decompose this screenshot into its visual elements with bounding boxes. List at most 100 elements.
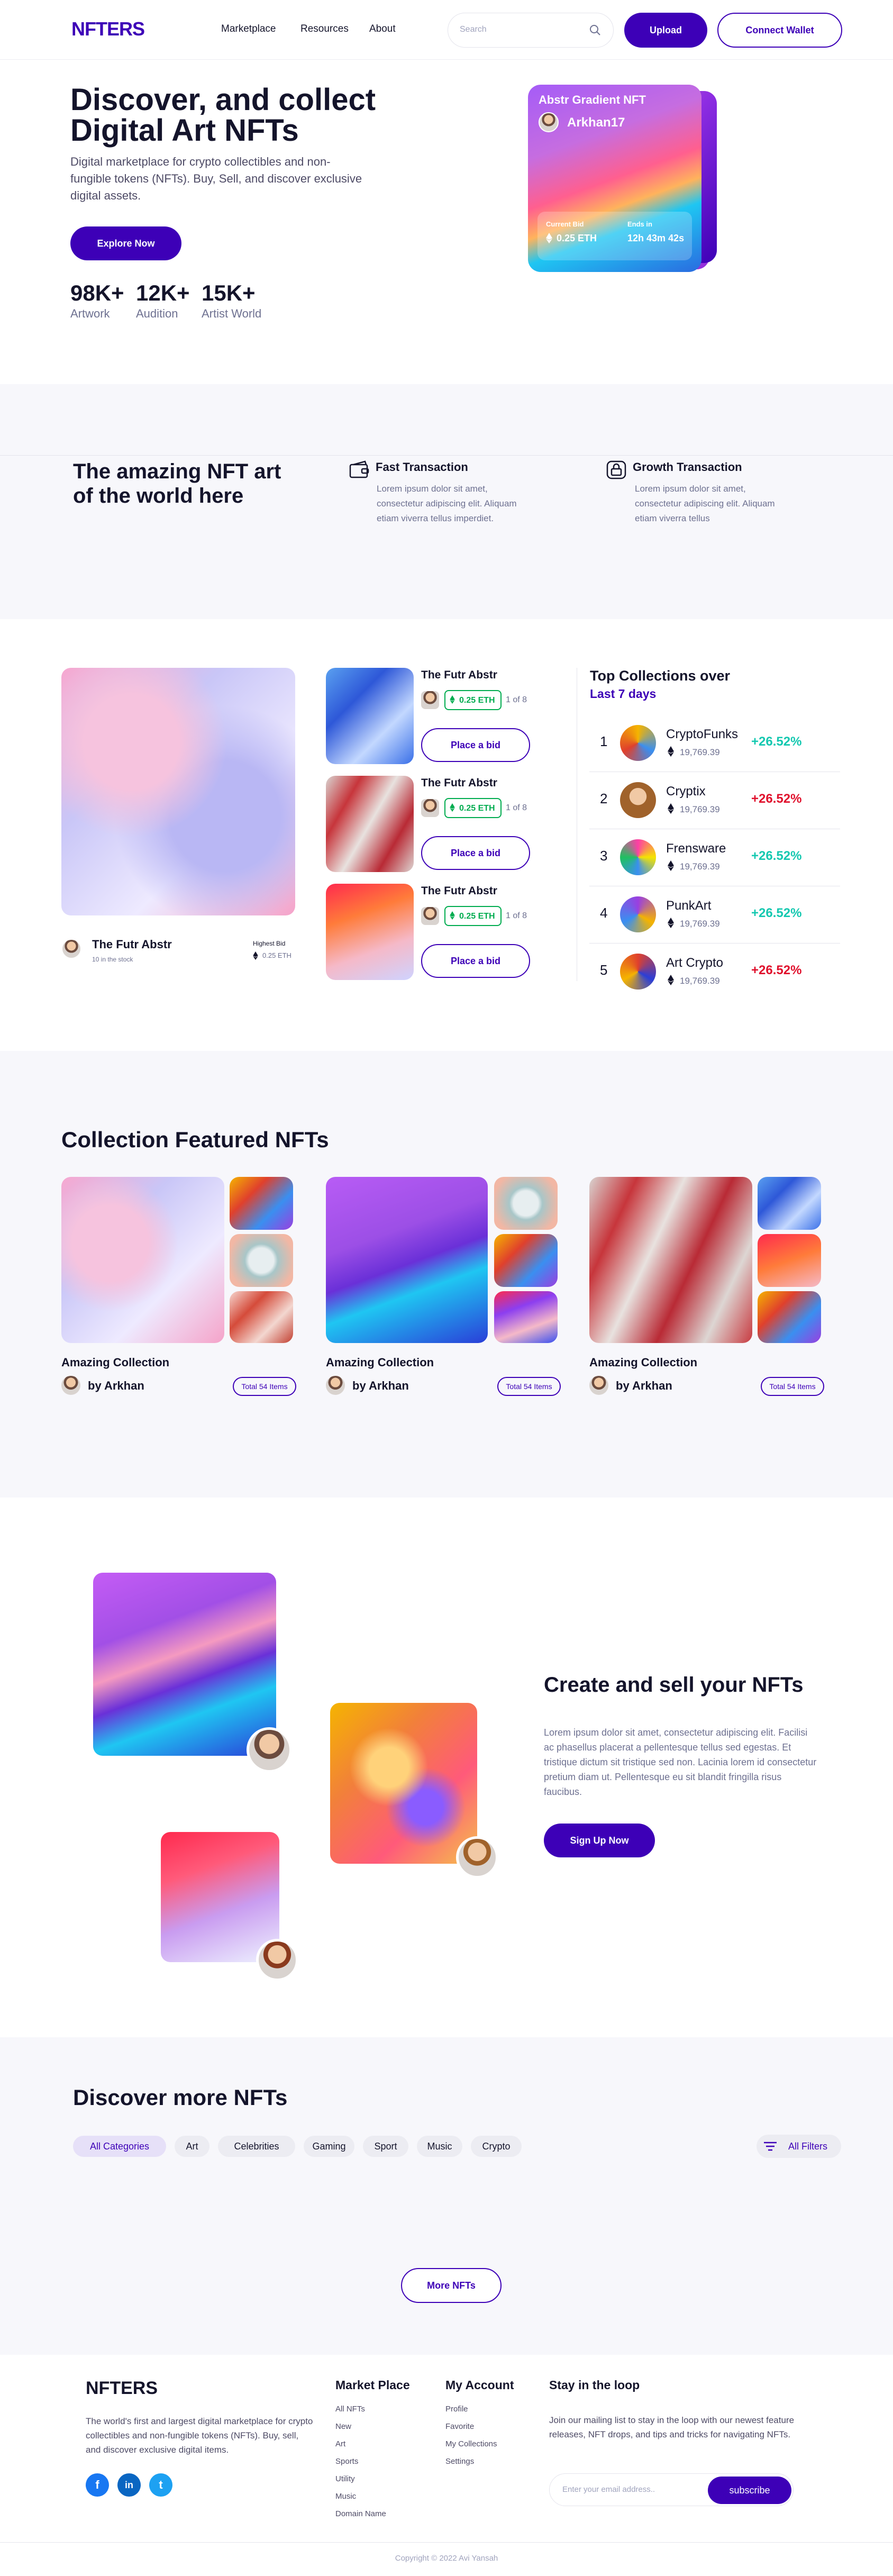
collection-change: +26.52% [751, 734, 802, 749]
collection-change: +26.52% [751, 963, 802, 977]
explore-now-button[interactable]: Explore Now [70, 226, 181, 260]
category-chip[interactable]: Celebrities [218, 2136, 295, 2157]
row-divider [589, 943, 840, 944]
facebook-icon[interactable]: f [86, 2473, 109, 2497]
more-nfts-button[interactable]: More NFTs [401, 2268, 502, 2303]
upload-button[interactable]: Upload [624, 13, 707, 48]
nav-link-about[interactable]: About [369, 23, 396, 35]
twitter-icon[interactable]: t [149, 2473, 172, 2497]
collection-main-image[interactable] [326, 1177, 488, 1343]
place-bid-button[interactable]: Place a bid [421, 944, 530, 978]
footer-market-link[interactable]: All NFTs [335, 2405, 365, 2414]
collection-total-badge[interactable]: Total 54 Items [761, 1377, 824, 1396]
collection-main-image[interactable] [61, 1177, 224, 1343]
collection-total-badge[interactable]: Total 54 Items [233, 1377, 296, 1396]
auction-item-image[interactable] [326, 668, 414, 764]
collection-thumb[interactable] [758, 1177, 821, 1230]
eth-icon [450, 695, 455, 704]
eth-icon [668, 803, 674, 814]
discover-title: Discover more NFTs [73, 2085, 288, 2110]
hero-card-avatar [539, 112, 559, 132]
footer-market-link[interactable]: Domain Name [335, 2509, 386, 2518]
collection-avatar [326, 1376, 345, 1395]
collection-author: by Arkhan [88, 1379, 144, 1392]
featured-nft-image[interactable] [61, 668, 295, 915]
stat-artwork-value: 98K+ [70, 280, 124, 305]
auction-item-avatar [421, 691, 439, 709]
ends-in-value: 12h 43m 42s [627, 233, 685, 243]
footer-market-link[interactable]: Sports [335, 2457, 358, 2466]
featured-stock: 10 in the stock [92, 956, 133, 963]
hero-nft-card[interactable]: Abstr Gradient NFT Arkhan17 Current Bid … [528, 85, 701, 272]
footer-market-link[interactable]: Music [335, 2492, 356, 2501]
collection-title: Amazing Collection [589, 1356, 698, 1369]
collection-name[interactable]: Art Crypto [666, 956, 723, 970]
auction-item-name: The Futr Abstr [421, 777, 497, 789]
search-icon[interactable] [589, 24, 602, 37]
collection-thumb[interactable] [758, 1291, 821, 1343]
collection-avatar[interactable] [620, 782, 656, 818]
collection-total-badge[interactable]: Total 54 Items [497, 1377, 561, 1396]
all-filters-button[interactable]: All Filters [757, 2135, 841, 2158]
footer-account-link[interactable]: Favorite [445, 2422, 474, 2431]
footer-market-link[interactable]: Utility [335, 2474, 355, 2483]
sign-up-button[interactable]: Sign Up Now [544, 1824, 655, 1857]
search-input[interactable]: Search [448, 13, 614, 48]
place-bid-button[interactable]: Place a bid [421, 728, 530, 762]
auction-item-image[interactable] [326, 776, 414, 872]
footer-account-link[interactable]: Settings [445, 2457, 474, 2466]
eth-icon [668, 746, 674, 757]
top-nav: NFTERS Marketplace Resources About Searc… [0, 0, 893, 60]
linkedin-icon[interactable]: in [117, 2473, 141, 2497]
place-bid-button[interactable]: Place a bid [421, 836, 530, 870]
category-chip[interactable]: All Categories [73, 2136, 166, 2157]
collection-thumb[interactable] [494, 1177, 558, 1230]
category-chip[interactable]: Crypto [471, 2136, 522, 2157]
collection-avatar[interactable] [620, 954, 656, 990]
category-chip[interactable]: Music [417, 2136, 462, 2157]
nav-link-marketplace[interactable]: Marketplace [221, 23, 276, 35]
creator-avatar-2 [456, 1836, 498, 1879]
nav-link-resources[interactable]: Resources [300, 23, 349, 35]
collection-name[interactable]: Frensware [666, 841, 726, 856]
collection-thumb[interactable] [230, 1291, 293, 1343]
creator-avatar-1 [247, 1727, 292, 1773]
features-divider [0, 455, 893, 456]
collection-thumb[interactable] [230, 1177, 293, 1230]
collection-rank: 3 [600, 848, 608, 864]
collection-title: Amazing Collection [326, 1356, 434, 1369]
footer-market-link[interactable]: Art [335, 2439, 345, 2448]
eth-icon [668, 975, 674, 985]
collection-avatar[interactable] [620, 896, 656, 932]
collection-avatar[interactable] [620, 839, 656, 875]
collection-name[interactable]: Cryptix [666, 784, 706, 799]
category-chip[interactable]: Sport [363, 2136, 408, 2157]
footer-account-link[interactable]: My Collections [445, 2439, 497, 2448]
category-chip[interactable]: Art [175, 2136, 209, 2157]
collection-avatar[interactable] [620, 725, 656, 761]
collection-thumb[interactable] [758, 1234, 821, 1287]
footer-logo[interactable]: NFTERS [86, 2378, 158, 2399]
collection-name[interactable]: CryptoFunks [666, 727, 738, 742]
logo[interactable]: NFTERS [71, 18, 145, 40]
hero-title: Discover, and collect Digital Art NFTs [70, 83, 376, 148]
footer-account-link[interactable]: Profile [445, 2405, 468, 2414]
auction-item-image[interactable] [326, 884, 414, 980]
hero-card-info: Current Bid 0.25 ETH Ends in 12h 43m 42s [537, 212, 692, 260]
top-collections-period[interactable]: Last 7 days [590, 687, 656, 701]
subscribe-button[interactable]: subscribe [708, 2477, 791, 2504]
category-chip[interactable]: Gaming [304, 2136, 354, 2157]
collection-thumb[interactable] [230, 1234, 293, 1287]
collection-thumb[interactable] [494, 1234, 558, 1287]
eth-icon [253, 951, 258, 960]
footer-loop-title: Stay in the loop [549, 2378, 640, 2392]
collection-thumb[interactable] [494, 1291, 558, 1343]
eth-icon [546, 233, 552, 243]
highest-bid-value: 0.25 ETH [262, 951, 291, 959]
connect-wallet-button[interactable]: Connect Wallet [717, 13, 842, 48]
collection-name[interactable]: PunkArt [666, 899, 711, 913]
footer-divider [0, 2542, 893, 2543]
collection-main-image[interactable] [589, 1177, 752, 1343]
footer-market-link[interactable]: New [335, 2422, 351, 2431]
creator-avatar-3 [256, 1939, 298, 1981]
